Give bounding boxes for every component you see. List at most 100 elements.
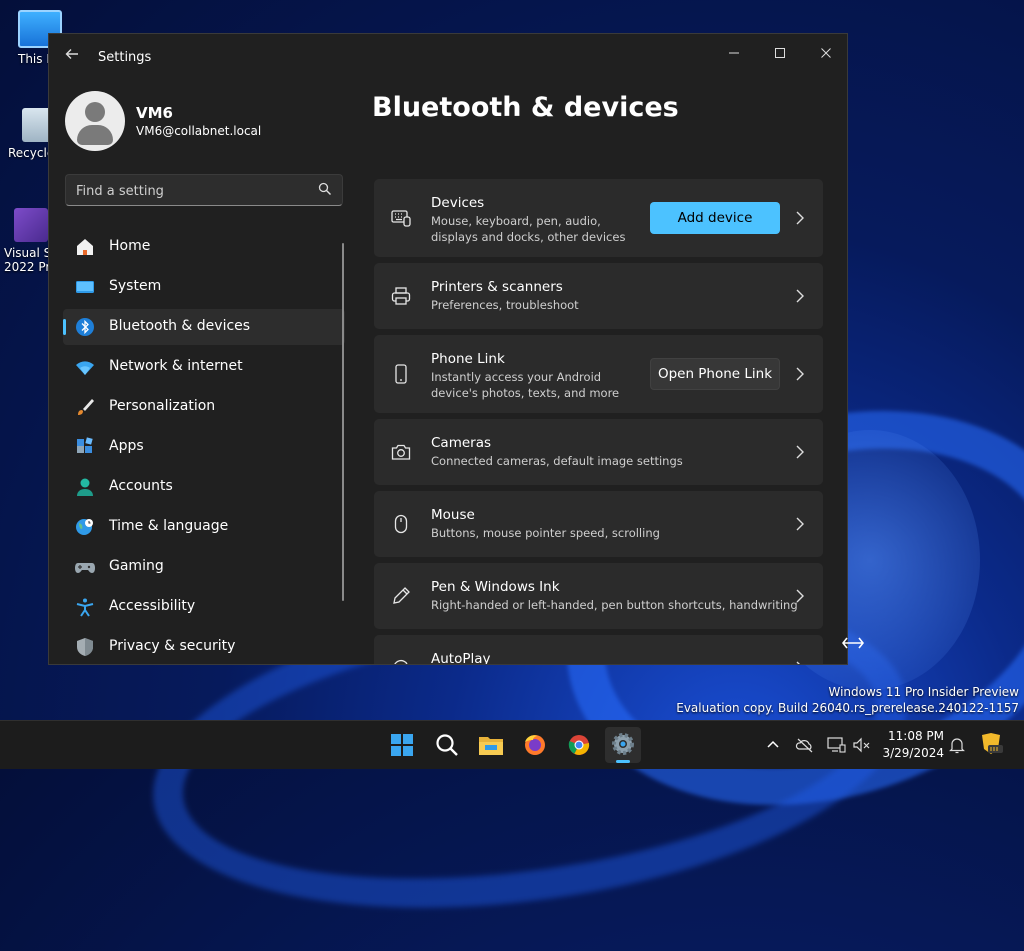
open-phone-link-button[interactable]: Open Phone Link: [650, 358, 780, 390]
network-wired-icon[interactable]: [826, 735, 846, 755]
chevron-right-icon: [796, 589, 804, 603]
devices-icon: [391, 210, 411, 227]
card-title: Phone Link: [431, 351, 505, 367]
taskbar-clock[interactable]: 11:08 PM 3/29/2024: [874, 728, 944, 762]
sidebar-item-bluetooth-devices[interactable]: Bluetooth & devices: [63, 309, 345, 345]
close-button[interactable]: [803, 40, 847, 70]
start-icon: [391, 734, 413, 756]
maximize-icon: [775, 48, 785, 58]
taskbar-settings-button[interactable]: [605, 727, 641, 763]
card-mouse[interactable]: Mouse Buttons, mouse pointer speed, scro…: [374, 491, 823, 557]
maximize-button[interactable]: [757, 40, 803, 70]
avatar-head: [85, 102, 105, 122]
chevron-up-icon[interactable]: [763, 735, 783, 755]
sidebar-item-label: Network & internet: [109, 358, 243, 374]
resize-cursor-icon: [842, 637, 864, 649]
chrome-icon: [568, 735, 590, 755]
sidebar-item-label: Accounts: [109, 478, 173, 494]
card-phone-link[interactable]: Phone Link Instantly access your Android…: [374, 335, 823, 413]
account-name: VM6: [136, 104, 173, 122]
search-icon: [436, 734, 458, 756]
taskbar-start-button[interactable]: [384, 727, 420, 763]
pen-icon: [393, 587, 410, 604]
avatar-body: [77, 125, 113, 145]
sidebar-item-personalization[interactable]: Personalization: [63, 389, 345, 425]
card-description: Buttons, mouse pointer speed, scrolling: [431, 526, 660, 540]
card-printers-scanners[interactable]: Printers & scanners Preferences, trouble…: [374, 263, 823, 329]
card-title: Devices: [431, 195, 485, 211]
taskbar-firefox-button[interactable]: [517, 727, 553, 763]
card-title: AutoPlay: [431, 651, 491, 665]
taskbar-search-button[interactable]: [429, 727, 465, 763]
arrow-left-icon: [65, 49, 78, 59]
card-description: Instantly access your Android device's p…: [431, 370, 620, 400]
sidebar-item-network[interactable]: Network & internet: [63, 349, 345, 385]
taskbar-chrome-button[interactable]: [561, 727, 597, 763]
wifi-icon: [76, 361, 94, 375]
card-description: Right-handed or left-handed, pen button …: [431, 598, 798, 612]
brush-icon: [78, 399, 94, 415]
mouse-icon: [394, 514, 408, 534]
sidebar-item-apps[interactable]: Apps: [63, 429, 345, 465]
globe-clock-icon: [76, 519, 93, 535]
notification-bell-icon[interactable]: [947, 735, 967, 755]
page-title: Bluetooth & devices: [372, 92, 679, 123]
sidebar-item-label: Personalization: [109, 398, 216, 414]
chevron-right-icon: [796, 367, 804, 381]
avatar[interactable]: [65, 91, 125, 151]
card-description: Mouse, keyboard, pen, audio, displays an…: [431, 214, 626, 244]
camera-icon: [391, 444, 411, 460]
home-icon: [77, 239, 93, 255]
onedrive-offline-icon[interactable]: [795, 735, 815, 755]
visual-studio-icon: [14, 208, 48, 242]
sidebar-scrollbar[interactable]: [342, 243, 344, 601]
back-button[interactable]: [61, 46, 83, 68]
card-title: Mouse: [431, 507, 475, 523]
close-icon: [821, 48, 831, 58]
sidebar-item-label: Time & language: [109, 518, 229, 534]
sidebar-item-label: System: [109, 278, 162, 294]
apps-icon: [77, 437, 93, 453]
card-cameras[interactable]: Cameras Connected cameras, default image…: [374, 419, 823, 485]
sidebar-item-home[interactable]: Home: [63, 229, 345, 265]
sidebar-item-gaming[interactable]: Gaming: [63, 549, 345, 585]
minimize-icon: [729, 52, 739, 54]
sidebar-item-system[interactable]: System: [63, 269, 345, 305]
title-bar[interactable]: Settings: [49, 34, 847, 80]
sidebar-item-accounts[interactable]: Accounts: [63, 469, 345, 505]
search-input[interactable]: [66, 175, 318, 207]
chevron-right-icon: [796, 517, 804, 531]
account-email: VM6@collabnet.local: [136, 124, 262, 138]
sidebar-item-label: Gaming: [109, 558, 164, 574]
sidebar-item-time-language[interactable]: Time & language: [63, 509, 345, 545]
system-icon: [76, 281, 94, 293]
firefox-icon: [525, 735, 545, 755]
sidebar-item-accessibility[interactable]: Accessibility: [63, 589, 345, 625]
volume-muted-icon[interactable]: [852, 735, 872, 755]
card-description: Preferences, troubleshoot: [431, 298, 579, 312]
file-explorer-icon: [479, 737, 503, 755]
card-pen-windows-ink[interactable]: Pen & Windows Ink Right-handed or left-h…: [374, 563, 823, 629]
card-title: Printers & scanners: [431, 279, 563, 295]
person-icon: [77, 478, 93, 496]
watermark-edition: Windows 11 Pro Insider Preview: [828, 685, 1019, 699]
search-icon: [318, 182, 331, 195]
chevron-right-icon: [796, 661, 800, 664]
clock-date: 3/29/2024: [882, 746, 944, 760]
search-box[interactable]: [65, 174, 343, 207]
insider-preview-icon[interactable]: [979, 731, 1005, 757]
card-title: Cameras: [431, 435, 492, 451]
sidebar-item-privacy-security[interactable]: Privacy & security: [63, 629, 345, 664]
card-devices[interactable]: Devices Mouse, keyboard, pen, audio, dis…: [374, 179, 823, 257]
taskbar-file-explorer-button[interactable]: [473, 727, 509, 763]
add-device-button[interactable]: Add device: [650, 202, 780, 234]
card-autoplay[interactable]: AutoPlay: [374, 635, 823, 665]
minimize-button[interactable]: [711, 40, 757, 70]
chevron-right-icon: [796, 211, 804, 225]
window-title: Settings: [98, 50, 152, 65]
watermark-build: Evaluation copy. Build 26040.rs_prerelea…: [676, 701, 1019, 715]
sidebar-item-label: Apps: [109, 438, 144, 454]
chevron-right-icon: [796, 289, 804, 303]
bluetooth-icon: [76, 318, 94, 336]
sidebar-item-label: Home: [109, 238, 151, 254]
